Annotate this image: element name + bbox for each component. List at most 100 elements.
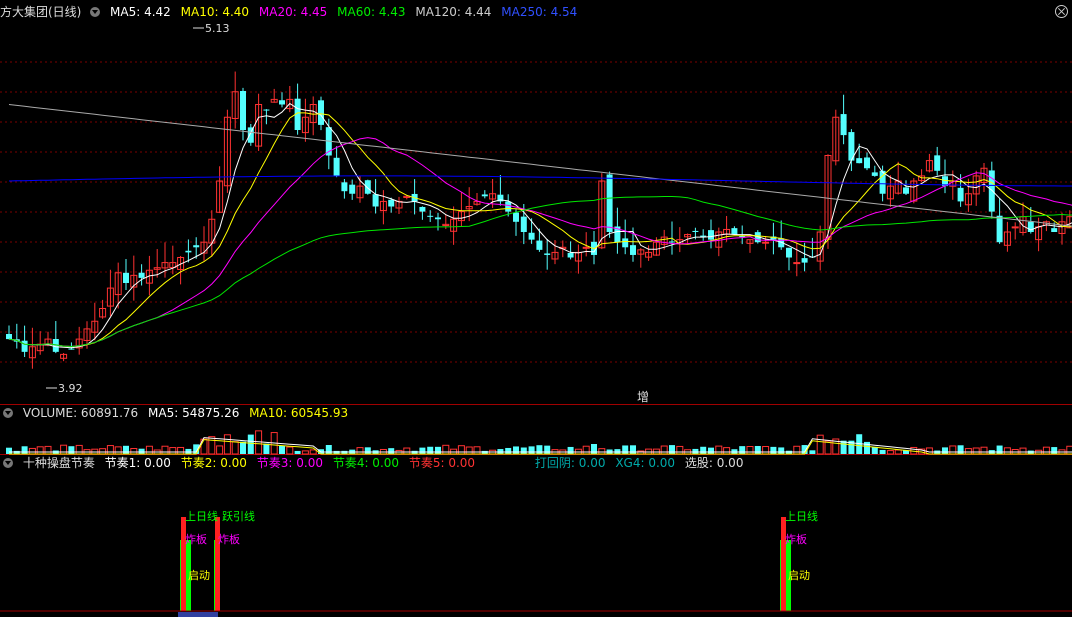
volume-bar xyxy=(177,446,185,455)
volume-bar xyxy=(364,447,371,454)
volume-bar xyxy=(746,445,754,455)
volume-bar xyxy=(871,446,878,454)
volume-bar xyxy=(957,445,964,454)
signal-bar xyxy=(181,517,186,611)
volume-bar xyxy=(1051,447,1058,454)
signal-label-zhaban2: 炸板 xyxy=(218,532,240,546)
volume-bar xyxy=(964,448,972,455)
zeng-label: 增 xyxy=(637,390,649,404)
candle-down xyxy=(996,215,1003,243)
volume-bar xyxy=(972,447,980,455)
candle-down xyxy=(1051,228,1058,232)
volume-bar xyxy=(692,448,699,454)
volume-bar xyxy=(894,449,902,455)
candle-down xyxy=(864,157,870,169)
candle-down xyxy=(419,206,426,212)
volume-bar xyxy=(567,446,574,454)
candle-down xyxy=(669,241,675,243)
signal-label-zhaban: 炸板 xyxy=(185,532,207,546)
volume-bar xyxy=(442,444,450,455)
candle-down xyxy=(427,215,434,217)
volume-bar xyxy=(161,445,169,455)
signal-label-upper: 上日线 xyxy=(185,509,218,523)
volume-bar xyxy=(114,446,122,455)
volume-bar xyxy=(247,434,254,454)
volume-bar xyxy=(309,449,317,455)
candle-down xyxy=(138,272,145,278)
volume-bar xyxy=(949,445,957,455)
candle-down xyxy=(263,109,270,111)
volume-bar xyxy=(996,445,1003,454)
volume-bar xyxy=(185,448,192,454)
candle-down xyxy=(856,158,863,164)
candle-down xyxy=(123,272,129,283)
volume-bar xyxy=(980,446,988,455)
candle-down xyxy=(630,245,636,255)
volume-bar xyxy=(403,447,411,455)
volume-bar xyxy=(762,446,770,455)
volume-bar xyxy=(325,445,332,454)
volume-bar xyxy=(75,444,83,455)
candle-down xyxy=(341,182,348,192)
candle-down xyxy=(240,90,246,130)
candle-down xyxy=(388,199,395,207)
candle-down xyxy=(364,180,371,194)
volume-bar xyxy=(301,450,309,455)
candle-down xyxy=(567,252,574,258)
volume-bar xyxy=(886,450,894,455)
volume-bar xyxy=(99,448,107,455)
volume-bar xyxy=(169,447,177,455)
volume-bar xyxy=(473,446,481,455)
volume-bar xyxy=(60,444,68,455)
volume-bar xyxy=(465,446,473,455)
candle-up xyxy=(793,262,801,265)
volume-bar xyxy=(513,446,519,454)
volume-bar xyxy=(263,443,270,454)
candle-down xyxy=(435,217,441,220)
volume-bar xyxy=(427,446,434,454)
volume-bar xyxy=(294,450,301,454)
volume-bar xyxy=(36,446,44,455)
signal-label-upper2: 上日线 xyxy=(785,509,818,523)
candle-down xyxy=(786,247,792,258)
volume-bar xyxy=(1042,446,1050,455)
candle-down xyxy=(957,187,964,202)
volume-bar xyxy=(739,446,746,454)
candle-down xyxy=(708,230,714,240)
signal-base xyxy=(178,612,218,617)
volume-bar xyxy=(279,445,285,454)
candle-down xyxy=(520,216,527,232)
low-label: 3.92 xyxy=(58,382,83,395)
volume-bar xyxy=(68,446,75,454)
volume-bar xyxy=(21,446,28,454)
candle-down xyxy=(731,228,738,235)
volume-bar xyxy=(505,447,512,454)
high-label: 5.13 xyxy=(205,22,230,35)
candle-down xyxy=(333,157,340,176)
volume-bar xyxy=(778,447,785,454)
candle-down xyxy=(801,258,808,263)
volume-bar xyxy=(231,441,239,455)
candle-down xyxy=(871,172,878,176)
volume-bar xyxy=(708,447,714,454)
volume-bar xyxy=(138,448,145,454)
candle-down xyxy=(692,230,699,232)
volume-bar xyxy=(770,446,777,454)
volume-bar xyxy=(700,446,707,454)
volume-bar xyxy=(44,445,52,455)
signal-bar xyxy=(215,517,220,611)
volume-bar xyxy=(6,447,12,454)
volume-bar xyxy=(879,449,886,454)
volume-bar xyxy=(669,445,675,454)
volume-bar xyxy=(1019,447,1027,455)
volume-bar xyxy=(123,445,129,454)
volume-bar xyxy=(793,445,801,455)
volume-bar xyxy=(208,436,216,455)
volume-bar xyxy=(622,445,629,454)
candle-down xyxy=(349,184,356,194)
candle-down xyxy=(318,100,324,125)
signal-label-qidong2: 启动 xyxy=(788,569,810,582)
volume-bar xyxy=(676,445,684,455)
candle-down xyxy=(606,174,613,232)
candle-down xyxy=(544,253,551,255)
